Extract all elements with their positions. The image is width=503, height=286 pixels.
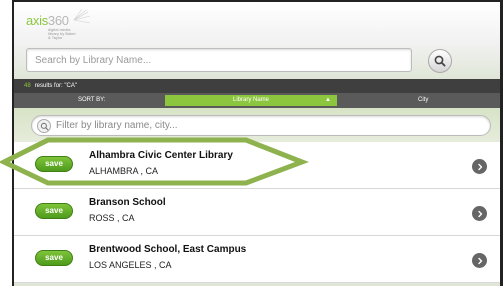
chevron-right-icon[interactable] <box>472 159 487 174</box>
filter-search-icon <box>37 119 51 133</box>
sort-library-name-label: Library Name <box>232 97 269 103</box>
search-input[interactable] <box>27 49 411 71</box>
filter-area <box>14 108 500 142</box>
list-item[interactable]: save Alhambra Civic Center Library ALHAM… <box>14 142 500 189</box>
axis360-logo: axis360 digital media library by Baker &… <box>24 8 94 40</box>
search-field[interactable] <box>26 48 412 72</box>
filter-field[interactable] <box>31 115 491 136</box>
results-count: 48 <box>24 83 31 89</box>
filter-input[interactable] <box>56 116 476 135</box>
sort-ascending-icon: ▲ <box>325 97 331 103</box>
list-item[interactable]: save Brentwood School, East Campus LOS A… <box>14 236 500 283</box>
sort-by-city-button[interactable]: City <box>418 93 428 108</box>
library-list: save Alhambra Civic Center Library ALHAM… <box>14 142 500 283</box>
logo-text: axis360 <box>26 13 69 28</box>
save-button[interactable]: save <box>35 250 73 266</box>
list-item[interactable]: save Branson School ROSS , CA <box>14 189 500 236</box>
results-bar: 48 results for: "CA" <box>14 79 500 93</box>
sort-label: SORT BY: <box>78 97 106 103</box>
chevron-right-icon[interactable] <box>472 206 487 221</box>
search-button[interactable] <box>428 49 452 73</box>
logo-tagline: digital media library by Baker & Taylor <box>48 27 76 40</box>
sort-by-library-name-button[interactable]: Library Name ▲ <box>165 95 337 106</box>
library-location: ROSS , CA <box>89 213 135 223</box>
library-location: LOS ANGELES , CA <box>89 260 172 270</box>
app-frame: axis360 digital media library by Baker &… <box>12 0 503 286</box>
search-icon <box>434 55 446 67</box>
save-button[interactable]: save <box>35 156 73 172</box>
results-text: results for: "CA" <box>34 83 77 89</box>
library-name: Brentwood School, East Campus <box>89 244 247 255</box>
save-button[interactable]: save <box>35 203 73 219</box>
library-name: Alhambra Civic Center Library <box>89 150 233 161</box>
chevron-right-icon[interactable] <box>472 253 487 268</box>
library-location: ALHAMBRA , CA <box>89 166 159 176</box>
sort-bar: SORT BY: Library Name ▲ City <box>14 93 500 108</box>
library-name: Branson School <box>89 197 166 208</box>
